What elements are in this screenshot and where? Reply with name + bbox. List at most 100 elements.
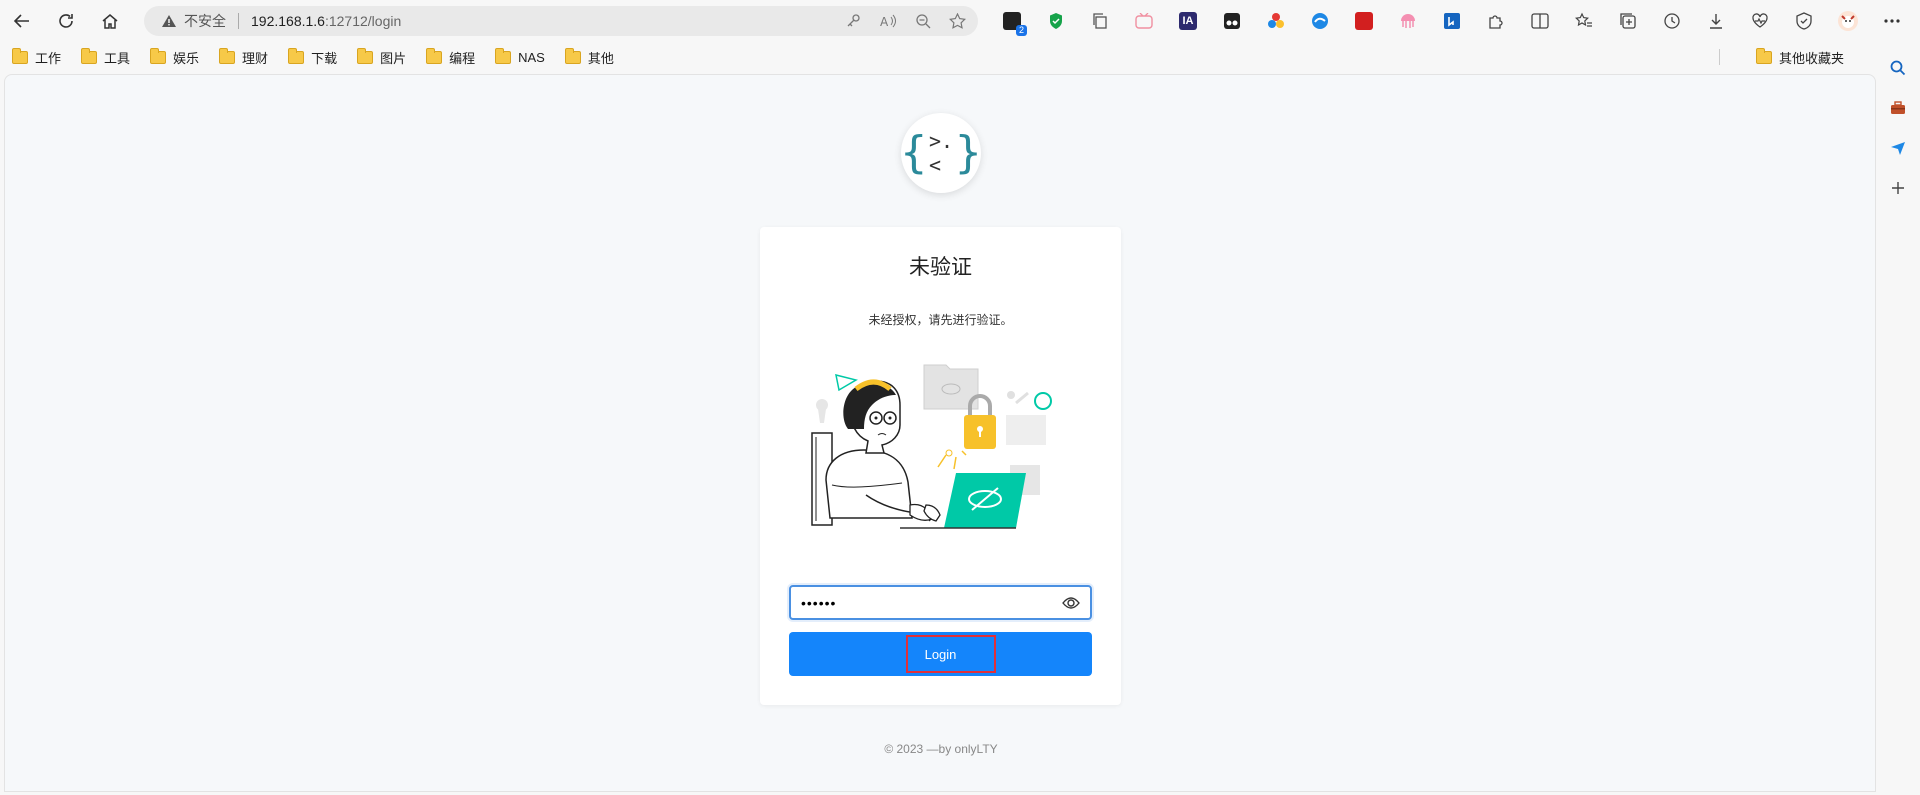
bookmark-label: 其他收藏夹: [1778, 50, 1844, 66]
bookmark-folder[interactable]: 工作: [12, 47, 62, 67]
avatar: [1838, 11, 1858, 31]
browser-essentials-button[interactable]: [1782, 0, 1826, 42]
performance-button[interactable]: [1738, 0, 1782, 42]
address-bar[interactable]: 不安全 192.168.1.6:12712/login A: [144, 6, 978, 36]
toolbox-icon: [1891, 101, 1905, 114]
bookmark-label: 图片: [380, 50, 407, 66]
folder-icon: [150, 47, 167, 64]
history-button[interactable]: [1650, 0, 1694, 42]
history-icon: [1664, 13, 1680, 29]
bookmark-folder[interactable]: 编程: [426, 47, 476, 67]
key-icon[interactable]: [845, 13, 861, 29]
sidebar-send-button[interactable]: [1876, 128, 1920, 168]
heart-pulse-icon: [1752, 13, 1768, 28]
bookmark-folder[interactable]: 工具: [81, 47, 131, 67]
extensions-button[interactable]: [1474, 0, 1518, 42]
address-actions: A: [845, 6, 966, 36]
bookmark-label: 编程: [449, 50, 476, 66]
extension-icons: 2 IA: [990, 0, 1914, 42]
essentials-icon: [1796, 12, 1812, 30]
folder-icon: [426, 47, 443, 64]
back-button[interactable]: [0, 0, 44, 42]
bookmark-folder[interactable]: 娱乐: [150, 47, 200, 67]
zoom-out-icon[interactable]: [915, 13, 931, 29]
shield-icon: [1050, 13, 1062, 29]
logo-mark: {: [900, 127, 927, 178]
favorite-star-icon[interactable]: [949, 13, 966, 29]
password-input[interactable]: [801, 594, 1051, 611]
page-viewport: {>.<} 未验证 未经授权，请先进行验证。 •••••• Login © 20…: [4, 74, 1876, 792]
ext-shield-button[interactable]: [1034, 0, 1078, 42]
ext-copy-button[interactable]: [1078, 0, 1122, 42]
bookmark-label: 娱乐: [173, 50, 200, 66]
ext-stock-button[interactable]: 2: [990, 0, 1034, 42]
bookmark-label: 其他: [587, 50, 614, 66]
stock-chart-icon: 2: [1003, 12, 1027, 36]
ext-bilibili-button[interactable]: [1122, 0, 1166, 42]
folder-icon: [219, 47, 236, 64]
page-title: 未验证: [909, 256, 972, 279]
footer-copyright: © 2023 —by onlyLTY: [884, 742, 998, 756]
ext-blue-square-button[interactable]: [1430, 0, 1474, 42]
tv-icon: [1135, 13, 1153, 29]
collections-button[interactable]: [1606, 0, 1650, 42]
collections-icon: [1620, 13, 1636, 29]
sidebar-tools-button[interactable]: [1876, 88, 1920, 128]
edge-icon: [1312, 13, 1328, 29]
bookmark-folder[interactable]: 图片: [357, 47, 407, 67]
refresh-button[interactable]: [44, 0, 88, 42]
address-divider: [238, 13, 239, 29]
eye-icon[interactable]: [1062, 595, 1080, 611]
puzzle-icon: [1489, 15, 1503, 29]
url-path: :12712/login: [324, 13, 402, 29]
bookmark-folder[interactable]: NAS: [495, 47, 545, 65]
other-bookmarks-folder[interactable]: 其他收藏夹: [1755, 42, 1844, 72]
warning-icon: [160, 12, 178, 30]
more-menu-button[interactable]: [1870, 0, 1914, 42]
folder-icon: [564, 47, 581, 64]
password-field[interactable]: [789, 585, 1092, 620]
home-button[interactable]: [88, 0, 132, 42]
app-logo: {>.<}: [900, 113, 982, 193]
ext-red-button[interactable]: [1342, 0, 1386, 42]
folder-icon: [495, 47, 512, 64]
folder-icon: [1755, 47, 1772, 64]
ext-jellyfish-button[interactable]: [1386, 0, 1430, 42]
copy-icon: [1093, 13, 1107, 29]
bookmark-label: 下载: [311, 50, 338, 66]
more-dots-icon: [1884, 19, 1900, 23]
folder-icon: [357, 47, 374, 64]
svg-text:A: A: [880, 15, 889, 29]
sidebar-search-button[interactable]: [1876, 48, 1920, 88]
bookmark-folder[interactable]: 理财: [219, 47, 268, 67]
downloads-button[interactable]: [1694, 0, 1738, 42]
plus-icon: [1892, 182, 1904, 194]
unauthorized-illustration: [811, 364, 1052, 529]
insecure-label: 不安全: [184, 13, 226, 29]
url-host: 192.168.1.6: [251, 13, 325, 29]
login-button[interactable]: Login: [789, 632, 1092, 676]
tampermonkey-icon: [1224, 13, 1240, 29]
ext-edge-button[interactable]: [1298, 0, 1342, 42]
ext-ia-button[interactable]: IA: [1166, 0, 1210, 42]
bookmark-folder[interactable]: 其他: [564, 47, 614, 67]
bookmark-label: 工作: [35, 50, 62, 66]
favorites-button[interactable]: [1562, 0, 1606, 42]
sidebar-add-button[interactable]: [1876, 168, 1920, 208]
page-subtitle: 未经授权，请先进行验证。: [868, 313, 1013, 327]
highlight-box: [906, 635, 996, 673]
profile-button[interactable]: [1826, 0, 1870, 42]
ia-icon: IA: [1179, 12, 1197, 30]
ext-tampermonkey-button[interactable]: [1210, 0, 1254, 42]
folder-icon: [12, 47, 28, 64]
ext-color-button[interactable]: [1254, 0, 1298, 42]
bookmark-folder[interactable]: 下载: [288, 47, 338, 67]
browser-toolbar: 不安全 192.168.1.6:12712/login A 2 IA: [0, 0, 1920, 42]
split-screen-button[interactable]: [1518, 0, 1562, 42]
extension-badge: 2: [1015, 25, 1027, 36]
read-aloud-icon[interactable]: A: [879, 13, 897, 29]
split-screen-icon: [1531, 13, 1549, 29]
back-arrow-icon: [13, 14, 29, 28]
download-icon: [1710, 14, 1722, 29]
bookmark-label: 工具: [104, 50, 131, 66]
